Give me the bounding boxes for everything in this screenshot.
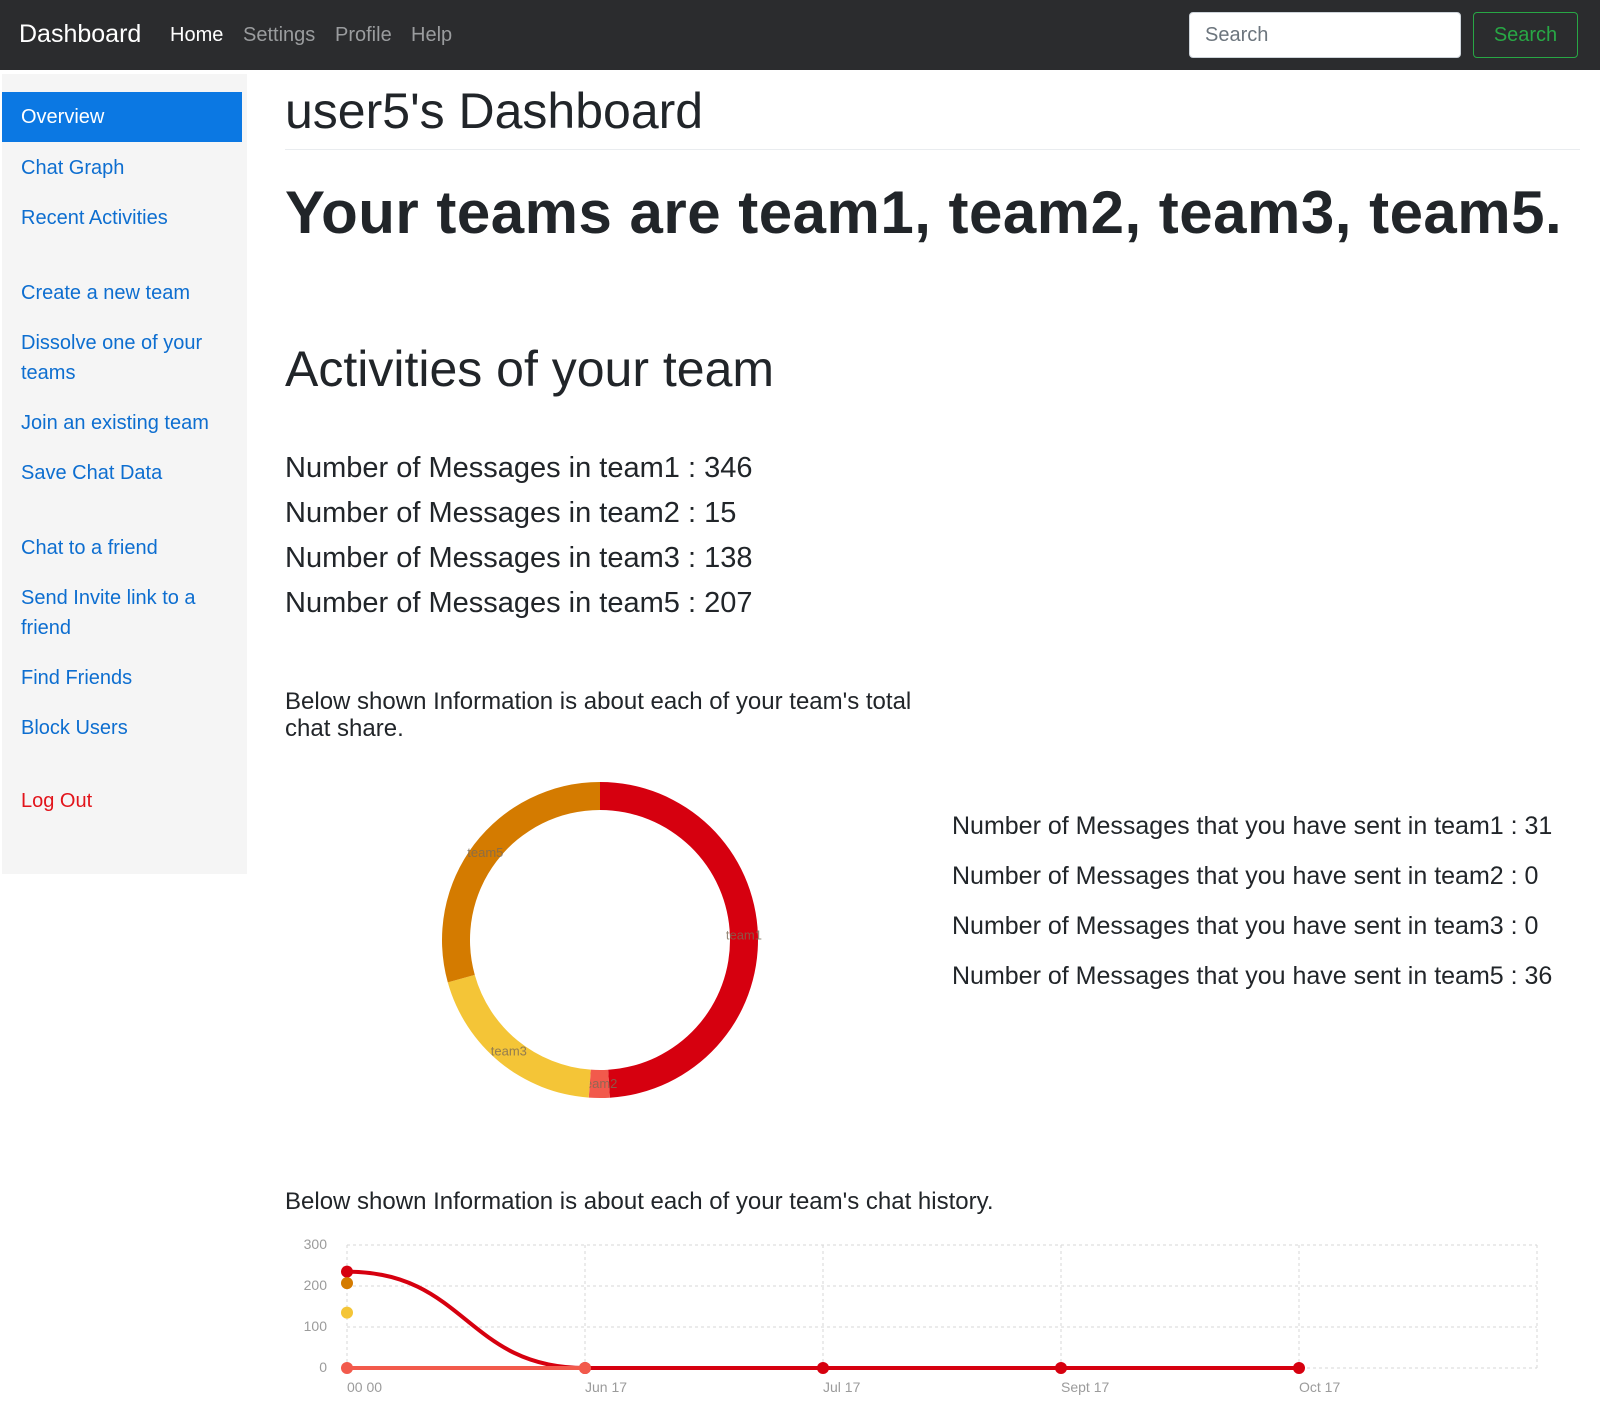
donut-label-team5: team5 (467, 845, 503, 860)
data-point-team1[interactable] (341, 1265, 353, 1278)
title-divider (285, 149, 1580, 150)
chat-history-line-chart: 0 100 200 300 00 00 Jun 17 Jul 17 Sept 17 Oct 17 (304, 1236, 1538, 1395)
sidebar-item-recent-activities[interactable]: Recent Activities (2, 203, 242, 233)
sidebar-item-dissolve-team[interactable]: Dissolve one of your teams (2, 328, 242, 388)
x-tick-label: 00 00 (347, 1379, 382, 1395)
y-tick-label: 100 (304, 1318, 328, 1334)
search-input[interactable]: Search (1189, 12, 1461, 58)
sidebar-item-block-users[interactable]: Block Users (2, 713, 242, 743)
sidebar-item-chat-graph[interactable]: Chat Graph (2, 153, 242, 183)
donut-slice-team5[interactable] (442, 782, 600, 983)
sent-count-team2: Number of Messages that you have sent in… (952, 862, 1539, 890)
data-point-team5[interactable] (341, 1277, 353, 1290)
sidebar-item-chat-friend[interactable]: Chat to a friend (2, 533, 242, 563)
activities-heading: Activities of your team (285, 341, 775, 397)
sidebar-item-save-chat[interactable]: Save Chat Data (2, 458, 242, 488)
nav-help[interactable]: Help (411, 24, 452, 47)
sidebar-item-find-friends[interactable]: Find Friends (2, 663, 242, 693)
top-navbar: Dashboard Home Settings Profile Help Sea… (0, 0, 1600, 70)
y-tick-label: 200 (304, 1277, 328, 1293)
message-count-team5: Number of Messages in team5 : 207 (285, 587, 753, 619)
x-tick-label: Oct 17 (1299, 1379, 1340, 1395)
chat-share-donut-chart: team1team2team3team5 (442, 782, 762, 1098)
sidebar-item-create-team[interactable]: Create a new team (2, 278, 242, 308)
data-point-team1[interactable] (1055, 1362, 1067, 1374)
data-point-team1[interactable] (817, 1362, 829, 1374)
sidebar-item-logout[interactable]: Log Out (2, 786, 242, 816)
donut-label-team3: team3 (491, 1043, 527, 1058)
sidebar-item-send-invite[interactable]: Send Invite link to a friend (2, 583, 242, 643)
teams-heading: Your teams are team1, team2, team3, team… (285, 179, 1563, 246)
donut-label-team1: team1 (726, 928, 762, 943)
search-button[interactable]: Search (1473, 12, 1578, 58)
brand-link[interactable]: Dashboard (19, 20, 141, 49)
page-title: user5's Dashboard (285, 83, 704, 139)
sent-count-team5: Number of Messages that you have sent in… (952, 962, 1553, 990)
message-count-team3: Number of Messages in team3 : 138 (285, 542, 753, 574)
data-point-team2[interactable] (341, 1362, 353, 1374)
sent-count-team3: Number of Messages that you have sent in… (952, 912, 1539, 940)
sidebar-item-overview[interactable]: Overview (2, 92, 242, 142)
message-count-team2: Number of Messages in team2 : 15 (285, 497, 737, 529)
chat-share-info: Below shown Information is about each of… (285, 688, 912, 742)
x-tick-label: Jun 17 (585, 1379, 627, 1395)
data-point-team2[interactable] (579, 1362, 591, 1374)
nav-settings[interactable]: Settings (243, 24, 315, 47)
chat-history-info: Below shown Information is about each of… (285, 1188, 994, 1215)
sent-count-team1: Number of Messages that you have sent in… (952, 812, 1553, 840)
sidebar-item-join-team[interactable]: Join an existing team (2, 408, 242, 438)
message-count-team1: Number of Messages in team1 : 346 (285, 452, 753, 484)
nav-profile[interactable]: Profile (335, 24, 392, 47)
y-tick-label: 300 (304, 1236, 328, 1252)
x-tick-label: Sept 17 (1061, 1379, 1109, 1395)
y-tick-label: 0 (319, 1359, 327, 1375)
data-point-team3[interactable] (341, 1306, 353, 1319)
x-tick-label: Jul 17 (823, 1379, 861, 1395)
donut-slice-team3[interactable] (447, 974, 591, 1098)
data-point-team1[interactable] (1293, 1362, 1305, 1374)
nav-home[interactable]: Home (170, 24, 223, 47)
